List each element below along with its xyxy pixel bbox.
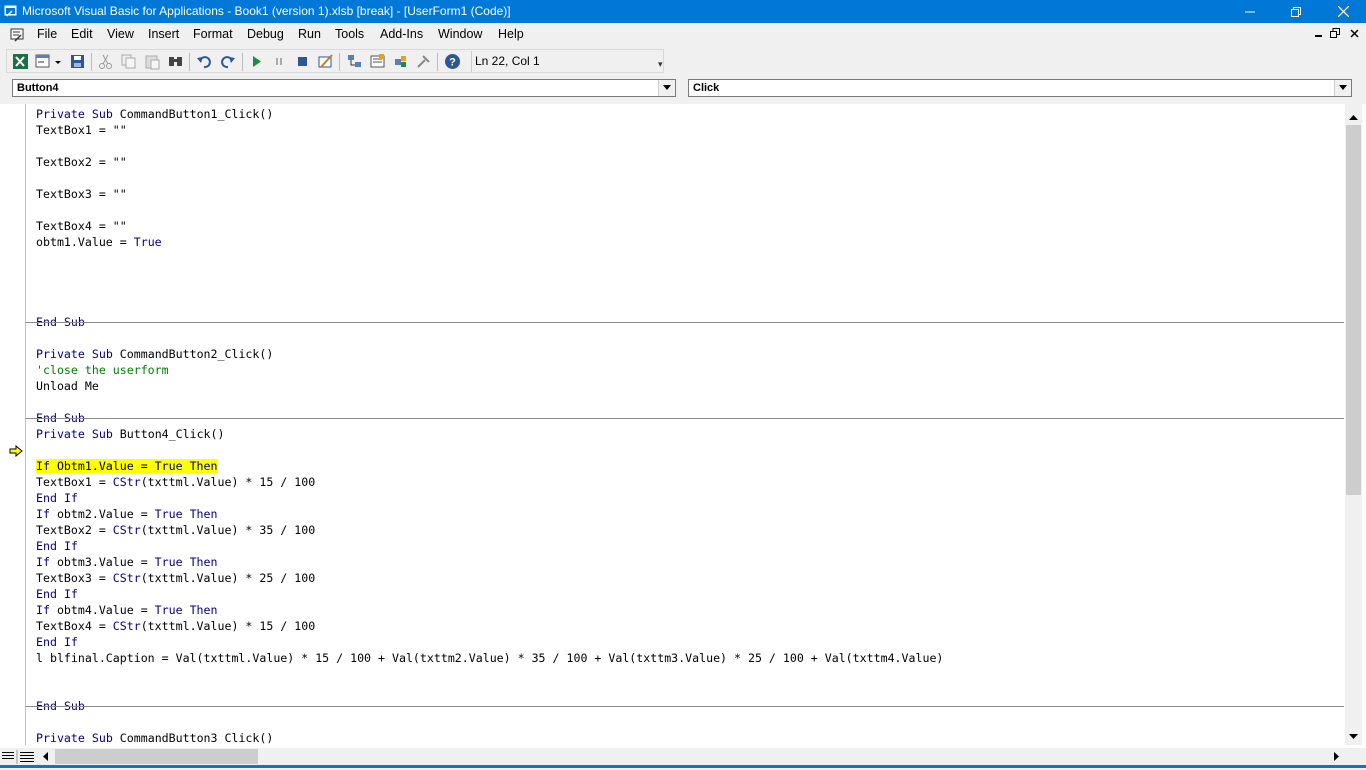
object-dropdown[interactable]: Button4 [12,79,676,97]
margin-indicator-bar[interactable] [0,104,26,745]
mdi-minimize-icon[interactable] [1314,27,1324,42]
code-line[interactable]: Private Sub CommandButton1_Click() [36,106,273,122]
restore-button[interactable] [1273,0,1319,23]
code-line[interactable]: If Obtm1.Value = True Then [36,458,218,474]
scroll-up-icon[interactable] [1345,110,1362,126]
procedure-separator [26,418,1344,419]
toolbar-separator [437,53,438,71]
object-dropdown-value: Button4 [17,82,59,94]
standard-toolbar: ? Ln 22, Col 1 ▾ [6,49,664,73]
object-browser-icon[interactable] [392,53,409,70]
code-line[interactable]: Private Sub CommandButton3_Click() [36,730,273,744]
code-line[interactable]: If obtm4.Value = True Then [36,602,218,618]
properties-icon[interactable] [369,53,386,70]
view-toggle-icons[interactable] [0,748,38,765]
procedure-separator [26,706,1344,707]
code-editor[interactable]: Private Sub CommandButton1_Click() TextBo… [36,106,1341,744]
code-line[interactable]: End If [36,538,78,554]
help-icon[interactable]: ? [444,53,461,70]
scroll-down-icon[interactable] [1345,728,1362,744]
menu-file[interactable]: File [37,27,57,41]
code-line[interactable]: If obtm3.Value = True Then [36,554,218,570]
menu-format[interactable]: Format [193,27,233,41]
insert-userform-icon[interactable] [35,53,52,70]
vertical-scrollbar[interactable] [1345,104,1362,745]
menu-run[interactable]: Run [298,27,321,41]
code-line[interactable]: If obtm2.Value = True Then [36,506,218,522]
code-line[interactable]: l blfinal.Caption = Val(txttml.Value) * … [36,650,943,666]
code-line[interactable]: Private Sub Button4_Click() [36,426,225,442]
code-line[interactable]: 'close the userform [36,362,169,378]
scroll-left-icon[interactable] [38,748,54,765]
save-icon[interactable] [69,53,86,70]
code-line[interactable]: TextBox1 = "" [36,122,127,138]
code-line[interactable]: TextBox2 = "" [36,154,127,170]
run-icon[interactable] [248,53,265,70]
menu-bar: File Edit View Insert Format Debug Run T… [0,23,1366,47]
redo-icon[interactable] [219,53,236,70]
title-bar: Microsoft Visual Basic for Applications … [0,0,1366,23]
close-button[interactable] [1320,0,1366,23]
menu-debug[interactable]: Debug [247,27,284,41]
code-line[interactable]: Private Sub CommandButton2_Click() [36,346,273,362]
code-window-icon[interactable] [10,27,26,43]
toolbox-icon[interactable] [415,53,432,70]
design-mode-icon[interactable] [317,53,334,70]
code-line[interactable]: TextBox4 = "" [36,218,127,234]
reset-icon[interactable] [294,53,311,70]
mdi-close-icon[interactable] [1350,27,1360,42]
menu-add-ins[interactable]: Add-Ins [380,27,423,41]
vertical-scroll-thumb[interactable] [1346,125,1361,495]
toolbar-separator [242,53,243,71]
menu-edit[interactable]: Edit [71,27,93,41]
code-line[interactable]: Unload Me [36,378,99,394]
menu-tools[interactable]: Tools [335,27,364,41]
menu-window[interactable]: Window [438,27,482,41]
cursor-position: Ln 22, Col 1 [475,54,540,68]
horizontal-scrollbar[interactable] [0,748,1362,765]
toolbar-separator [91,53,92,71]
toolbar-separator [339,53,340,71]
menu-help[interactable]: Help [498,27,524,41]
scroll-right-icon[interactable] [1328,748,1344,765]
procedure-separator [26,322,1344,323]
vba-app-icon[interactable] [4,4,18,18]
paste-icon[interactable] [144,53,161,70]
toolbar-options-icon[interactable]: ▾ [658,59,663,70]
minimize-button[interactable] [1227,0,1273,23]
code-line[interactable]: TextBox3 = "" [36,186,127,202]
excel-icon[interactable] [12,53,29,70]
find-icon[interactable] [167,53,184,70]
menu-view[interactable]: View [107,27,134,41]
horizontal-scroll-thumb[interactable] [55,749,258,764]
code-line[interactable]: TextBox1 = CStr(txttml.Value) * 15 / 100 [36,474,315,490]
undo-icon[interactable] [196,53,213,70]
code-line[interactable]: TextBox2 = CStr(txttml.Value) * 35 / 100 [36,522,315,538]
procedure-dropdown[interactable]: Click [688,79,1352,97]
mdi-restore-icon[interactable] [1330,27,1340,42]
code-line[interactable]: obtm1.Value = True [36,234,162,250]
menu-insert[interactable]: Insert [148,27,179,41]
code-line[interactable]: TextBox3 = CStr(txttml.Value) * 25 / 100 [36,570,315,586]
copy-icon[interactable] [120,53,137,70]
chevron-down-icon[interactable] [1334,80,1351,96]
svg-text:?: ? [449,57,456,69]
procedure-dropdown-value: Click [693,82,720,94]
chevron-down-icon[interactable] [658,80,675,96]
break-icon[interactable] [271,53,288,70]
cut-icon[interactable] [97,53,114,70]
toolbar-separator [189,53,190,71]
code-line[interactable]: End If [36,634,78,650]
execution-point-arrow-icon [9,444,23,458]
code-line[interactable]: TextBox4 = CStr(txttml.Value) * 15 / 100 [36,618,315,634]
window-title: Microsoft Visual Basic for Applications … [22,4,511,18]
project-explorer-icon[interactable] [346,53,363,70]
code-line[interactable]: End If [36,586,78,602]
code-line[interactable]: End If [36,490,78,506]
